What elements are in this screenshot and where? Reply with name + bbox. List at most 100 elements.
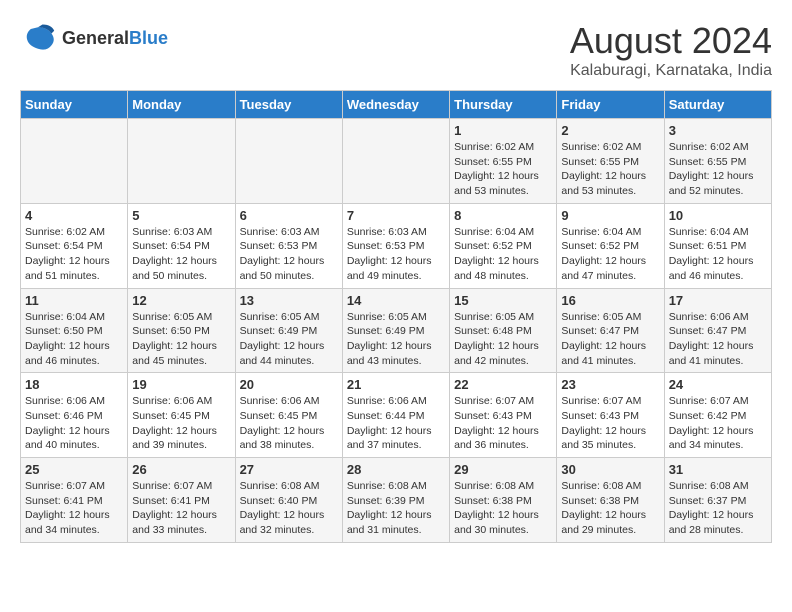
calendar-cell: 7 Sunrise: 6:03 AM Sunset: 6:53 PM Daylig… [342, 203, 449, 288]
weekday-header: Tuesday [235, 91, 342, 119]
day-number: 12 [132, 293, 230, 308]
calendar-cell: 20 Sunrise: 6:06 AM Sunset: 6:45 PM Dayli… [235, 373, 342, 458]
calendar-week-row: 25 Sunrise: 6:07 AM Sunset: 6:41 PM Dayli… [21, 458, 772, 543]
day-number: 23 [561, 377, 659, 392]
calendar-cell: 16Sunrise: 6:05 AM Sunset: 6:47 PM Dayli… [557, 288, 664, 373]
day-detail: Sunrise: 6:05 AM Sunset: 6:48 PM Dayligh… [454, 310, 552, 369]
day-number: 6 [240, 208, 338, 223]
day-detail: Sunrise: 6:03 AM Sunset: 6:53 PM Dayligh… [240, 225, 338, 284]
calendar-cell: 8 Sunrise: 6:04 AM Sunset: 6:52 PM Daylig… [450, 203, 557, 288]
calendar-cell: 13Sunrise: 6:05 AM Sunset: 6:49 PM Dayli… [235, 288, 342, 373]
calendar-cell: 11Sunrise: 6:04 AM Sunset: 6:50 PM Dayli… [21, 288, 128, 373]
day-number: 18 [25, 377, 123, 392]
calendar-cell: 27 Sunrise: 6:08 AM Sunset: 6:40 PM Dayli… [235, 458, 342, 543]
subtitle: Kalaburagi, Karnataka, India [570, 62, 772, 80]
calendar-cell [128, 119, 235, 204]
calendar-cell: 15 Sunrise: 6:05 AM Sunset: 6:48 PM Dayli… [450, 288, 557, 373]
calendar-cell [342, 119, 449, 204]
day-number: 14 [347, 293, 445, 308]
day-number: 2 [561, 123, 659, 138]
logo-text: GeneralBlue [62, 28, 168, 49]
weekday-header: Sunday [21, 91, 128, 119]
calendar-cell: 29 Sunrise: 6:08 AM Sunset: 6:38 PM Dayli… [450, 458, 557, 543]
calendar-cell: 18 Sunrise: 6:06 AM Sunset: 6:46 PM Dayli… [21, 373, 128, 458]
day-number: 9 [561, 208, 659, 223]
day-number: 25 [25, 462, 123, 477]
calendar-table: SundayMondayTuesdayWednesdayThursdayFrid… [20, 90, 772, 543]
day-number: 10 [669, 208, 767, 223]
day-number: 31 [669, 462, 767, 477]
calendar-cell: 24 Sunrise: 6:07 AM Sunset: 6:42 PM Dayli… [664, 373, 771, 458]
calendar-cell: 23 Sunrise: 6:07 AM Sunset: 6:43 PM Dayli… [557, 373, 664, 458]
day-detail: Sunrise: 6:05 AM Sunset: 6:47 PM Dayligh… [561, 310, 659, 369]
day-detail: Sunrise: 6:08 AM Sunset: 6:39 PM Dayligh… [347, 479, 445, 538]
weekday-header: Friday [557, 91, 664, 119]
day-detail: Sunrise: 6:07 AM Sunset: 6:43 PM Dayligh… [454, 394, 552, 453]
day-detail: Sunrise: 6:08 AM Sunset: 6:38 PM Dayligh… [561, 479, 659, 538]
day-detail: Sunrise: 6:02 AM Sunset: 6:54 PM Dayligh… [25, 225, 123, 284]
calendar-cell [21, 119, 128, 204]
calendar-cell: 17Sunrise: 6:06 AM Sunset: 6:47 PM Dayli… [664, 288, 771, 373]
day-detail: Sunrise: 6:02 AM Sunset: 6:55 PM Dayligh… [454, 140, 552, 199]
day-detail: Sunrise: 6:07 AM Sunset: 6:41 PM Dayligh… [132, 479, 230, 538]
day-detail: Sunrise: 6:06 AM Sunset: 6:46 PM Dayligh… [25, 394, 123, 453]
calendar-cell: 10 Sunrise: 6:04 AM Sunset: 6:51 PM Dayli… [664, 203, 771, 288]
day-detail: Sunrise: 6:04 AM Sunset: 6:51 PM Dayligh… [669, 225, 767, 284]
day-detail: Sunrise: 6:06 AM Sunset: 6:44 PM Dayligh… [347, 394, 445, 453]
calendar-cell: 22 Sunrise: 6:07 AM Sunset: 6:43 PM Dayli… [450, 373, 557, 458]
calendar-cell: 3Sunrise: 6:02 AM Sunset: 6:55 PM Daylig… [664, 119, 771, 204]
day-number: 28 [347, 462, 445, 477]
calendar-cell: 21 Sunrise: 6:06 AM Sunset: 6:44 PM Dayli… [342, 373, 449, 458]
day-detail: Sunrise: 6:04 AM Sunset: 6:52 PM Dayligh… [561, 225, 659, 284]
day-number: 13 [240, 293, 338, 308]
calendar-cell: 4 Sunrise: 6:02 AM Sunset: 6:54 PM Daylig… [21, 203, 128, 288]
day-detail: Sunrise: 6:03 AM Sunset: 6:54 PM Dayligh… [132, 225, 230, 284]
day-detail: Sunrise: 6:06 AM Sunset: 6:45 PM Dayligh… [240, 394, 338, 453]
calendar-cell [235, 119, 342, 204]
day-detail: Sunrise: 6:05 AM Sunset: 6:49 PM Dayligh… [347, 310, 445, 369]
day-detail: Sunrise: 6:06 AM Sunset: 6:45 PM Dayligh… [132, 394, 230, 453]
calendar-cell: 2 Sunrise: 6:02 AM Sunset: 6:55 PM Daylig… [557, 119, 664, 204]
day-number: 4 [25, 208, 123, 223]
day-number: 30 [561, 462, 659, 477]
weekday-header-row: SundayMondayTuesdayWednesdayThursdayFrid… [21, 91, 772, 119]
day-detail: Sunrise: 6:08 AM Sunset: 6:38 PM Dayligh… [454, 479, 552, 538]
title-area: August 2024 Kalaburagi, Karnataka, India [570, 20, 772, 80]
calendar-cell: 9 Sunrise: 6:04 AM Sunset: 6:52 PM Daylig… [557, 203, 664, 288]
day-number: 15 [454, 293, 552, 308]
day-number: 8 [454, 208, 552, 223]
calendar-cell: 1Sunrise: 6:02 AM Sunset: 6:55 PM Daylig… [450, 119, 557, 204]
day-number: 11 [25, 293, 123, 308]
weekday-header: Monday [128, 91, 235, 119]
calendar-cell: 6 Sunrise: 6:03 AM Sunset: 6:53 PM Daylig… [235, 203, 342, 288]
main-title: August 2024 [570, 20, 772, 62]
day-number: 3 [669, 123, 767, 138]
day-detail: Sunrise: 6:07 AM Sunset: 6:43 PM Dayligh… [561, 394, 659, 453]
calendar-cell: 26Sunrise: 6:07 AM Sunset: 6:41 PM Dayli… [128, 458, 235, 543]
day-detail: Sunrise: 6:07 AM Sunset: 6:41 PM Dayligh… [25, 479, 123, 538]
day-detail: Sunrise: 6:08 AM Sunset: 6:37 PM Dayligh… [669, 479, 767, 538]
day-number: 21 [347, 377, 445, 392]
calendar-cell: 30 Sunrise: 6:08 AM Sunset: 6:38 PM Dayli… [557, 458, 664, 543]
calendar-week-row: 4 Sunrise: 6:02 AM Sunset: 6:54 PM Daylig… [21, 203, 772, 288]
logo-icon [20, 20, 56, 56]
weekday-header: Wednesday [342, 91, 449, 119]
day-detail: Sunrise: 6:02 AM Sunset: 6:55 PM Dayligh… [561, 140, 659, 199]
day-detail: Sunrise: 6:07 AM Sunset: 6:42 PM Dayligh… [669, 394, 767, 453]
day-detail: Sunrise: 6:03 AM Sunset: 6:53 PM Dayligh… [347, 225, 445, 284]
page-header: GeneralBlue August 2024 Kalaburagi, Karn… [20, 20, 772, 80]
day-number: 7 [347, 208, 445, 223]
calendar-cell: 14 Sunrise: 6:05 AM Sunset: 6:49 PM Dayli… [342, 288, 449, 373]
day-number: 24 [669, 377, 767, 392]
day-number: 22 [454, 377, 552, 392]
day-detail: Sunrise: 6:04 AM Sunset: 6:52 PM Dayligh… [454, 225, 552, 284]
weekday-header: Saturday [664, 91, 771, 119]
day-number: 20 [240, 377, 338, 392]
weekday-header: Thursday [450, 91, 557, 119]
calendar-cell: 25 Sunrise: 6:07 AM Sunset: 6:41 PM Dayli… [21, 458, 128, 543]
logo: GeneralBlue [20, 20, 168, 56]
day-number: 27 [240, 462, 338, 477]
day-number: 29 [454, 462, 552, 477]
day-detail: Sunrise: 6:08 AM Sunset: 6:40 PM Dayligh… [240, 479, 338, 538]
calendar-cell: 19Sunrise: 6:06 AM Sunset: 6:45 PM Dayli… [128, 373, 235, 458]
